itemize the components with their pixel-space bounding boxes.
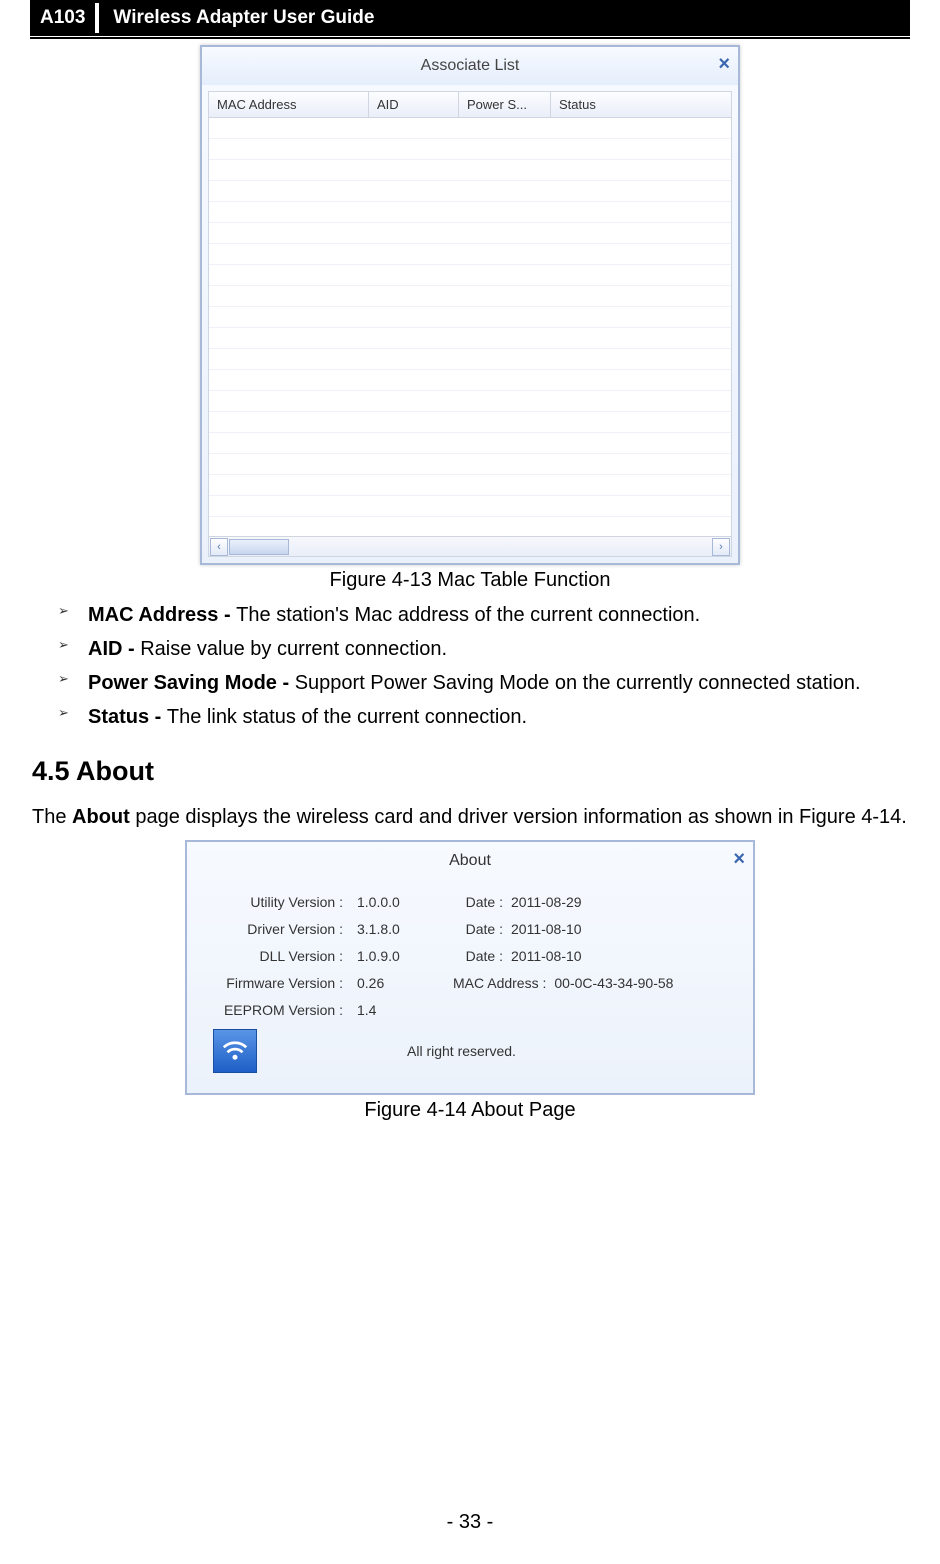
table-row	[209, 328, 731, 349]
dll-version-label: DLL Version :	[209, 948, 357, 964]
table-row	[209, 391, 731, 412]
table-row	[209, 139, 731, 160]
brand: A103	[30, 3, 99, 33]
driver-date-value: 2011-08-10	[511, 921, 582, 937]
utility-date-label: Date :	[453, 894, 511, 910]
utility-version-label: Utility Version :	[209, 894, 357, 910]
table-row	[209, 286, 731, 307]
driver-version-value: 3.1.8.0	[357, 921, 453, 937]
para-pre: The	[32, 806, 72, 828]
rights-text: All right reserved.	[407, 1043, 516, 1059]
figure-1-caption: Figure 4-13 Mac Table Function	[32, 569, 908, 592]
col-status[interactable]: Status	[551, 92, 731, 117]
about-titlebar: About ×	[187, 842, 753, 880]
table-row	[209, 118, 731, 139]
table-row	[209, 244, 731, 265]
about-row-utility: Utility Version : 1.0.0.0 Date : 2011-08…	[209, 894, 731, 910]
col-mac[interactable]: MAC Address	[209, 92, 369, 117]
associate-grid: MAC Address AID Power S... Status	[208, 91, 732, 557]
table-row	[209, 202, 731, 223]
table-row	[209, 412, 731, 433]
eeprom-version-label: EEPROM Version :	[209, 1002, 357, 1018]
col-aid[interactable]: AID	[369, 92, 459, 117]
col-power[interactable]: Power S...	[459, 92, 551, 117]
table-row	[209, 475, 731, 496]
page-header: A103 Wireless Adapter User Guide	[30, 0, 910, 36]
close-icon[interactable]: ×	[733, 848, 745, 871]
table-row	[209, 307, 731, 328]
bullet-text: Support Power Saving Mode on the current…	[295, 672, 861, 694]
dll-date-label: Date :	[453, 948, 511, 964]
table-row	[209, 496, 731, 517]
bullet-text: Raise value by current connection.	[140, 638, 447, 660]
associate-list-titlebar: Associate List ×	[202, 47, 738, 85]
page-number: - 33 -	[0, 1511, 940, 1534]
about-row-dll: DLL Version : 1.0.9.0 Date : 2011-08-10	[209, 948, 731, 964]
para-bold: About	[72, 806, 130, 828]
mac-address-value: 00-0C-43-34-90-58	[554, 975, 673, 991]
about-paragraph: The About page displays the wireless car…	[32, 801, 908, 834]
bullet-bold: MAC Address -	[88, 604, 236, 626]
about-row-firmware: Firmware Version : 0.26 MAC Address : 00…	[209, 975, 731, 991]
wifi-icon	[213, 1029, 257, 1073]
doc-title: Wireless Adapter User Guide	[99, 3, 910, 33]
list-item: MAC Address - The station's Mac address …	[58, 598, 908, 632]
about-row-eeprom: EEPROM Version : 1.4	[209, 1002, 731, 1018]
mac-address-label: MAC Address :	[453, 975, 554, 991]
driver-version-label: Driver Version :	[209, 921, 357, 937]
horizontal-scrollbar[interactable]: ‹ ›	[209, 536, 731, 556]
table-row	[209, 433, 731, 454]
para-post: page displays the wireless card and driv…	[130, 806, 907, 828]
scroll-thumb[interactable]	[229, 539, 289, 555]
scroll-left-icon[interactable]: ‹	[210, 538, 228, 556]
figure-2-caption: Figure 4-14 About Page	[32, 1099, 908, 1122]
about-window: About × Utility Version : 1.0.0.0 Date :…	[185, 840, 755, 1095]
table-row	[209, 454, 731, 475]
about-body: Utility Version : 1.0.0.0 Date : 2011-08…	[187, 880, 753, 1093]
table-row	[209, 517, 731, 536]
grid-header: MAC Address AID Power S... Status	[209, 92, 731, 118]
bullet-text: The station's Mac address of the current…	[236, 604, 700, 626]
section-heading: 4.5 About	[32, 756, 908, 787]
driver-date-label: Date :	[453, 921, 511, 937]
bullet-text: The link status of the current connectio…	[167, 706, 527, 728]
bullet-list: MAC Address - The station's Mac address …	[58, 598, 908, 734]
utility-date-value: 2011-08-29	[511, 894, 582, 910]
table-row	[209, 160, 731, 181]
associate-list-window: Associate List × MAC Address AID Power S…	[200, 45, 740, 565]
table-row	[209, 265, 731, 286]
utility-version-value: 1.0.0.0	[357, 894, 453, 910]
close-icon[interactable]: ×	[718, 53, 730, 76]
about-row-driver: Driver Version : 3.1.8.0 Date : 2011-08-…	[209, 921, 731, 937]
bullet-bold: Power Saving Mode -	[88, 672, 295, 694]
table-row	[209, 223, 731, 244]
grid-body	[209, 118, 731, 536]
firmware-version-label: Firmware Version :	[209, 975, 357, 991]
eeprom-version-value: 1.4	[357, 1002, 453, 1018]
about-title: About	[449, 852, 491, 869]
scroll-right-icon[interactable]: ›	[712, 538, 730, 556]
about-bottom-row: All right reserved.	[209, 1029, 731, 1083]
firmware-version-value: 0.26	[357, 975, 453, 991]
list-item: AID - Raise value by current connection.	[58, 632, 908, 666]
list-item: Status - The link status of the current …	[58, 700, 908, 734]
list-item: Power Saving Mode - Support Power Saving…	[58, 666, 908, 700]
bullet-bold: AID -	[88, 638, 140, 660]
table-row	[209, 370, 731, 391]
dll-date-value: 2011-08-10	[511, 948, 582, 964]
table-row	[209, 181, 731, 202]
bullet-bold: Status -	[88, 706, 167, 728]
table-row	[209, 349, 731, 370]
dll-version-value: 1.0.9.0	[357, 948, 453, 964]
associate-list-title: Associate List	[421, 57, 520, 74]
